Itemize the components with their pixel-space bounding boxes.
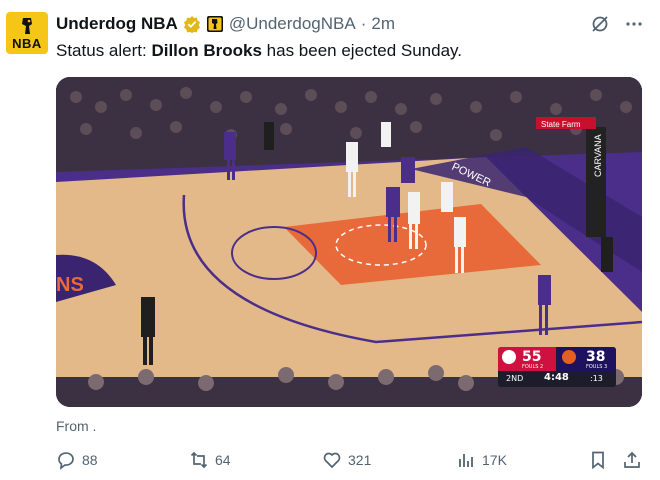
separator: · <box>360 14 367 33</box>
like-count: 321 <box>348 452 372 468</box>
tweet-text: Status alert: Dillon Brooks has been eje… <box>56 41 462 61</box>
grok-icon[interactable] <box>590 14 610 34</box>
views-button[interactable]: 17K <box>456 450 507 470</box>
reply-count: 88 <box>82 452 98 468</box>
author-name[interactable]: Underdog NBA <box>56 14 178 34</box>
game-clock: 4:48 <box>544 372 569 383</box>
share-icon <box>624 451 640 468</box>
author-handle[interactable]: @UnderdogNBA <box>229 14 356 34</box>
home-team-logo-icon <box>502 350 516 364</box>
underdog-logo-icon <box>22 18 32 34</box>
from-text[interactable]: From . <box>56 418 96 434</box>
reply-button[interactable]: 88 <box>56 450 98 470</box>
more-icon[interactable] <box>624 14 644 34</box>
retweet-icon <box>190 451 208 469</box>
bookmark-button[interactable] <box>588 450 608 470</box>
reply-icon <box>58 452 74 470</box>
away-team-logo-icon <box>562 350 576 364</box>
verified-badge-icon[interactable] <box>183 15 201 33</box>
like-button[interactable]: 321 <box>322 450 371 470</box>
bookmark-icon <box>592 451 604 470</box>
court-logo-text: NS <box>56 274 84 296</box>
video-player[interactable]: POWER CARVANA State Farm NS 55 38 FOULS … <box>56 77 642 407</box>
period: 2ND <box>506 374 524 383</box>
home-score: 55 <box>522 349 542 365</box>
stanchion-text: CARVANA <box>593 134 603 177</box>
away-score: 38 <box>586 349 606 365</box>
affiliate-badge-icon[interactable] <box>206 15 224 33</box>
view-count: 17K <box>482 452 507 468</box>
tweet-header: Underdog NBA @UnderdogNBA · 2m <box>56 13 395 35</box>
tweet-text-player: Dillon Brooks <box>151 41 262 60</box>
tweet-text-prefix: Status alert: <box>56 41 152 60</box>
scoreboard: 55 38 FOULS 2 FOULS 3 2ND 4:48 :13 <box>498 347 616 387</box>
share-button[interactable] <box>622 450 642 470</box>
home-fouls: FOULS 2 <box>522 364 544 370</box>
views-icon <box>459 454 473 467</box>
away-fouls: FOULS 3 <box>586 364 608 370</box>
retweet-count: 64 <box>215 452 231 468</box>
tweet-top-actions <box>590 14 644 34</box>
tweet-text-suffix: has been ejected Sunday. <box>261 41 463 60</box>
like-icon <box>323 452 341 469</box>
timestamp[interactable]: 2m <box>371 14 395 34</box>
shot-clock: :13 <box>590 374 603 383</box>
statefarm-sign: State Farm <box>541 120 581 129</box>
retweet-button[interactable]: 64 <box>189 450 231 470</box>
avatar[interactable]: NBA <box>6 12 48 54</box>
tweet-actions: 88 64 321 17K <box>56 450 642 472</box>
avatar-text: NBA <box>12 36 42 51</box>
